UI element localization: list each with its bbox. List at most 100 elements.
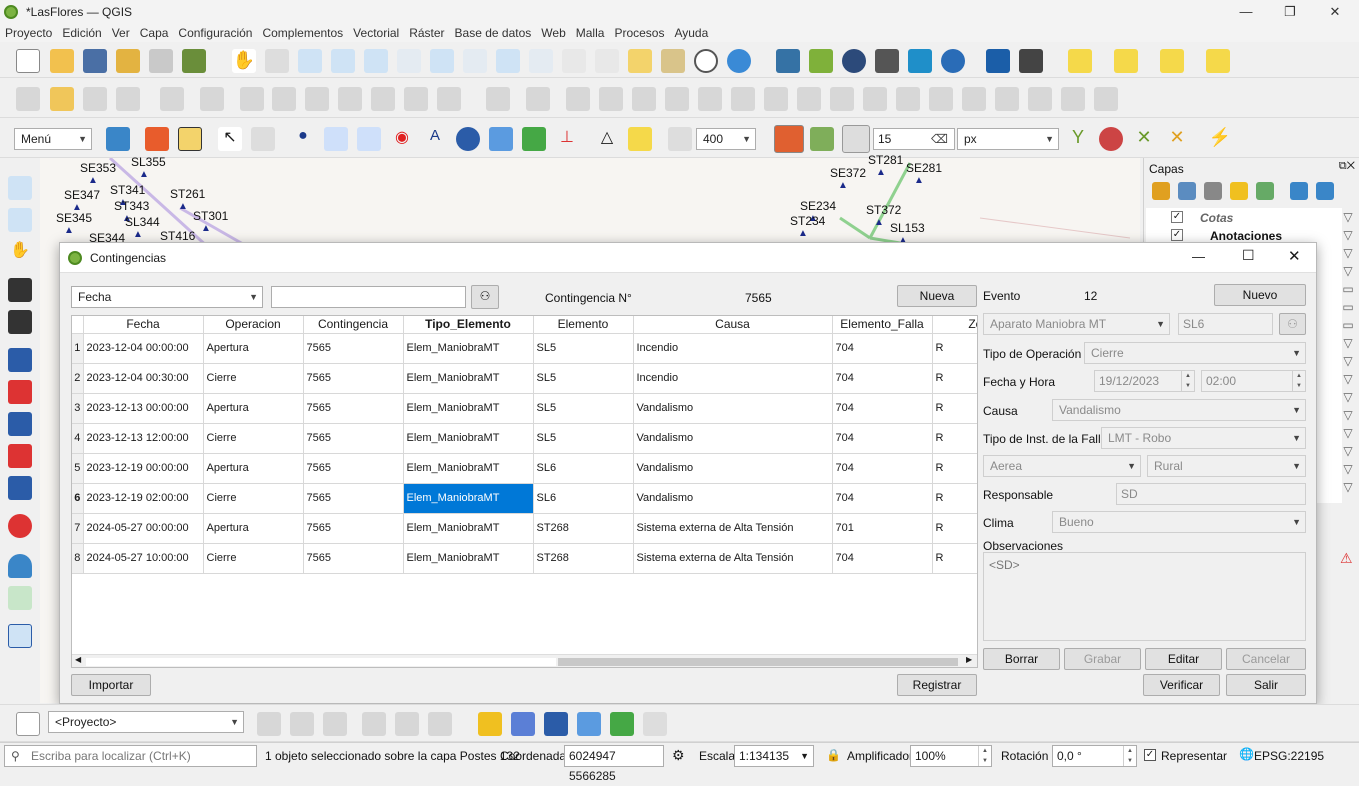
modify-attributes-icon[interactable] (240, 87, 264, 111)
menu-item-10[interactable]: Malla (571, 26, 610, 40)
column-header[interactable]: Tipo_Elemento (403, 316, 534, 334)
table-cell-zona[interactable]: R (932, 423, 977, 454)
table-cell-falla[interactable]: 704 (832, 453, 933, 484)
eraser-icon[interactable] (668, 127, 692, 151)
menu-item-9[interactable]: Web (536, 26, 570, 40)
rotate-point-icon[interactable] (962, 87, 986, 111)
align-icon[interactable] (1061, 87, 1085, 111)
zoom-last-icon[interactable] (496, 49, 520, 73)
menu-item-5[interactable]: Complementos (257, 26, 348, 40)
panel-close-icon[interactable]: ⧉✕ (1339, 160, 1355, 173)
close-button[interactable]: ✕ (1315, 2, 1355, 22)
menu-item-6[interactable]: Vectorial (348, 26, 404, 40)
table-cell-falla[interactable]: 704 (832, 393, 933, 424)
refresh-green-icon[interactable] (522, 127, 546, 151)
grabar-button[interactable]: Grabar (1064, 648, 1141, 670)
dialog-minimize-button[interactable]: — (1192, 249, 1205, 264)
scale-combo[interactable]: 400 ▼ (696, 128, 756, 150)
table-row[interactable]: 6 2023-12-19 02:00:00 Cierre 7565 Elem_Manio… (72, 483, 977, 514)
substation-marker-icon[interactable]: ▲ (838, 180, 848, 191)
style-manager-icon[interactable] (182, 49, 206, 73)
table-cell-fecha[interactable]: 2024-05-27 10:00:00 (83, 543, 204, 574)
save-edits-icon[interactable] (83, 87, 107, 111)
menu-item-12[interactable]: Ayuda (669, 26, 713, 40)
add-text-icon[interactable]: A (423, 127, 447, 151)
verificar-button[interactable]: Verificar (1143, 674, 1220, 696)
substation-marker-icon[interactable]: ▲ (178, 201, 188, 212)
pan-icon[interactable]: ✋ (8, 240, 32, 264)
select-arrow-icon[interactable]: ↖ (218, 127, 242, 151)
show-bookmarks-icon[interactable] (661, 49, 685, 73)
undo-icon[interactable] (404, 87, 428, 111)
table-cell-tipo[interactable]: Elem_ManiobraMT (403, 363, 534, 394)
table-cell-zona[interactable]: R (932, 333, 977, 364)
registrar-button[interactable]: Registrar (897, 674, 977, 696)
table-cell-contingencia[interactable]: 7565 (303, 453, 404, 484)
paste-features-icon[interactable] (371, 87, 395, 111)
elemento-tipo-combo[interactable]: Aparato Maniobra MT ▼ (983, 313, 1170, 335)
table-cell-tipo[interactable]: Elem_ManiobraMT (403, 483, 534, 514)
plugin-eye-icon[interactable] (908, 49, 932, 73)
table-cell-contingencia[interactable]: 7565 (303, 363, 404, 394)
add-part-icon[interactable] (566, 87, 590, 111)
table-cell-falla[interactable]: 704 (832, 543, 933, 574)
snap-line-icon[interactable]: Y (1066, 127, 1090, 151)
observaciones-textarea[interactable]: <SD> (983, 552, 1306, 641)
table-cell-elemento[interactable]: ST268 (533, 543, 634, 574)
tipo-operacion-combo[interactable]: Cierre ▼ (1084, 342, 1306, 364)
lock-icon[interactable]: 🔒 (826, 748, 841, 762)
self-snap-icon[interactable]: ⚡ (1208, 127, 1232, 151)
table-cell-causa[interactable]: Vandalismo (633, 483, 833, 514)
check-icon[interactable] (290, 712, 314, 736)
table-cell-falla[interactable]: 704 (832, 483, 933, 514)
units-combo[interactable]: px ▼ (957, 128, 1059, 150)
current-edits-icon[interactable] (16, 87, 40, 111)
collapse-all-icon[interactable] (1316, 182, 1334, 200)
layout-manager-icon[interactable] (149, 49, 173, 73)
plugin-undo-icon[interactable] (941, 49, 965, 73)
hora-spinner[interactable]: ▲ ▼ (1292, 371, 1305, 391)
refresh-icon[interactable] (727, 49, 751, 73)
table-cell-elemento[interactable]: SL5 (533, 393, 634, 424)
fecha-spinner[interactable]: ▲ ▼ (1181, 371, 1194, 391)
scroll-right-icon[interactable]: ▶ (966, 655, 972, 664)
table-cell-contingencia[interactable]: 7565 (303, 423, 404, 454)
table-cell-elemento[interactable]: SL6 (533, 453, 634, 484)
filter-field-combo[interactable]: Fecha ▼ (71, 286, 263, 308)
column-header[interactable]: Contingencia (303, 316, 404, 334)
locator-search-input[interactable]: ⚲ Escriba para localizar (Ctrl+K) (4, 745, 257, 767)
pointer-icon[interactable] (478, 712, 502, 736)
tag-icon[interactable] (628, 127, 652, 151)
zoom-to-layer-icon[interactable] (430, 49, 454, 73)
borrar-button[interactable]: Borrar (983, 648, 1060, 670)
chevron-down-icon[interactable]: ▼ (800, 746, 809, 766)
move-feature-icon[interactable] (577, 712, 601, 736)
menu-item-7[interactable]: Ráster (404, 26, 449, 40)
add-line-icon[interactable] (324, 127, 348, 151)
table-cell-fecha[interactable]: 2023-12-13 12:00:00 (83, 423, 204, 454)
help-icon[interactable] (8, 624, 32, 648)
table-cell-tipo[interactable]: Elem_ManiobraMT (403, 393, 534, 424)
crs-globe-icon[interactable]: 🌐 (1239, 747, 1254, 761)
expression-filter-icon[interactable] (1256, 182, 1274, 200)
zoom-native-icon[interactable] (463, 49, 487, 73)
menu-combo[interactable]: Menú ▼ (14, 128, 92, 150)
table-cell-elemento[interactable]: SL5 (533, 423, 634, 454)
measure-angle-icon[interactable] (395, 712, 419, 736)
move-icon[interactable] (489, 127, 513, 151)
substation-marker-icon[interactable]: ▲ (876, 167, 886, 178)
vertex-tool-icon[interactable] (200, 87, 224, 111)
coordinate-input[interactable]: 6024947 5566285 (564, 745, 664, 783)
plugin-figure-icon[interactable] (875, 49, 899, 73)
table-cell-tipo[interactable]: Elem_ManiobraMT (403, 543, 534, 574)
table-row[interactable]: 2 2023-12-04 00:30:00 Cierre 7565 Elem_Manio… (72, 363, 977, 394)
new-3d-view-icon[interactable] (595, 49, 619, 73)
nueva-button[interactable]: Nueva (897, 285, 977, 307)
layer-checkbox[interactable]: ✓ (1171, 211, 1183, 223)
zoom-out-icon[interactable] (8, 208, 32, 232)
offset-curve-icon[interactable] (731, 87, 755, 111)
table-row[interactable]: 8 2024-05-27 10:00:00 Cierre 7565 Elem_Manio… (72, 543, 977, 574)
save-project-icon[interactable] (83, 49, 107, 73)
measure-icon[interactable] (362, 712, 386, 736)
menu-item-2[interactable]: Ver (107, 26, 135, 40)
